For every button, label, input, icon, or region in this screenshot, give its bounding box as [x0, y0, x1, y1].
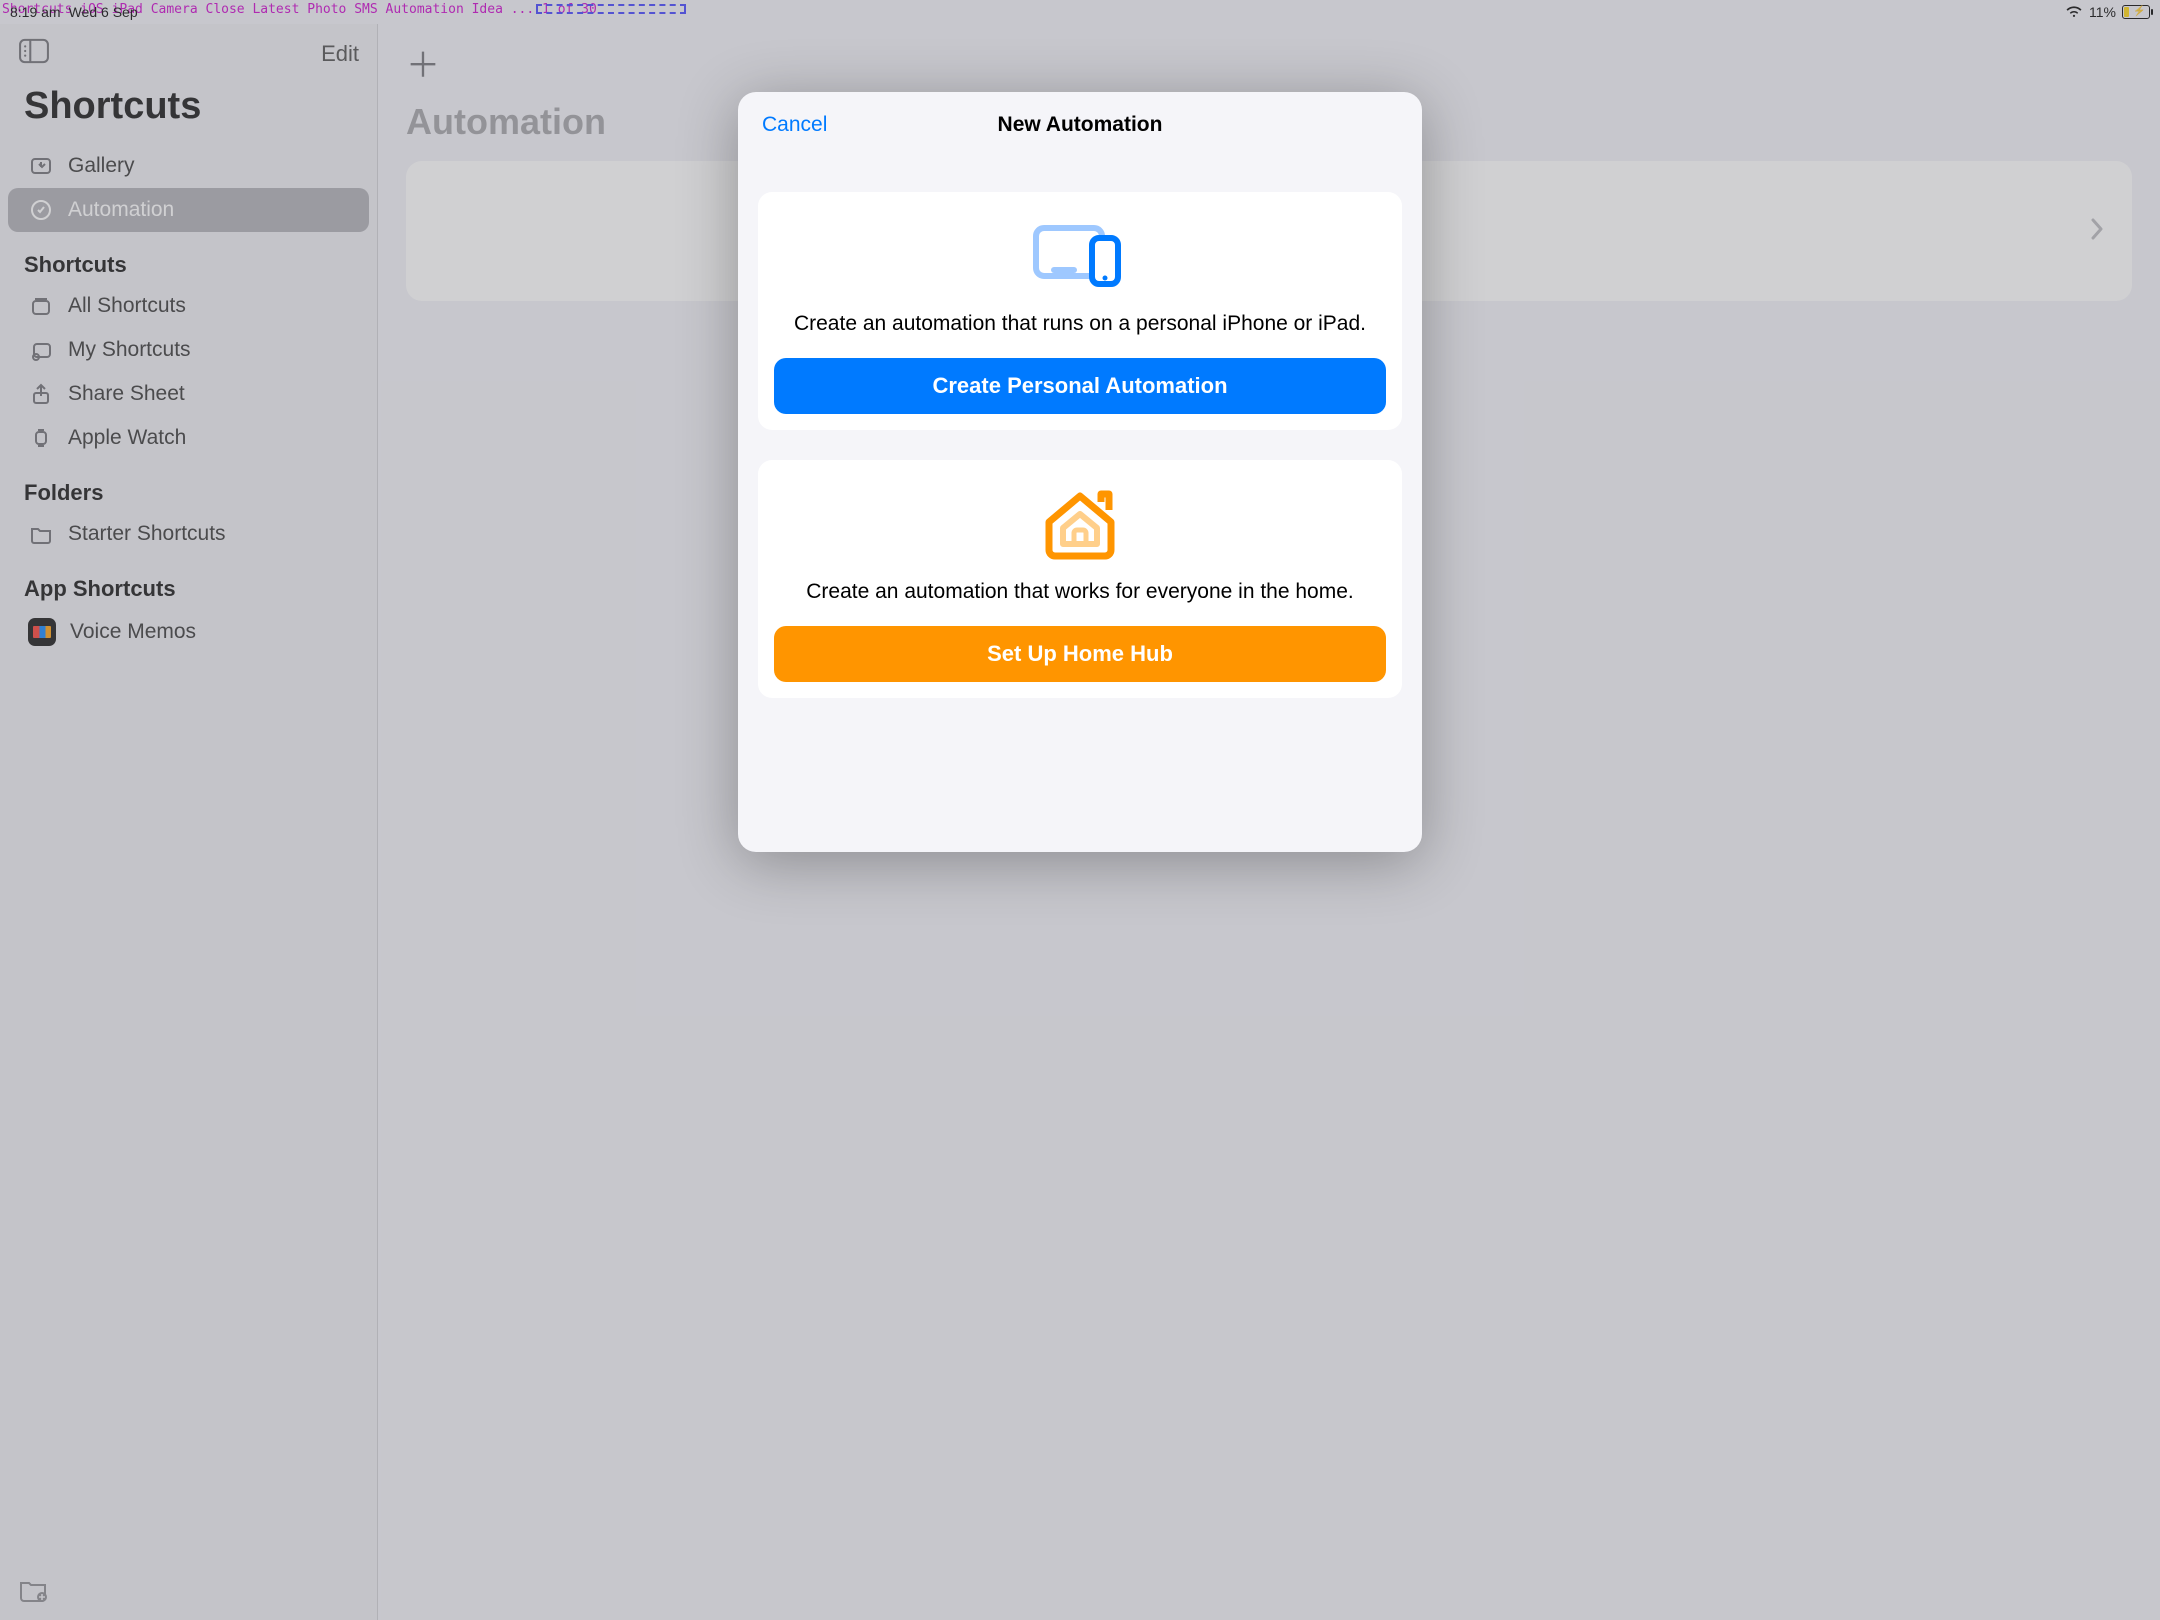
personal-automation-desc: Create an automation that runs on a pers…: [794, 312, 1366, 336]
create-personal-automation-button[interactable]: Create Personal Automation: [774, 358, 1386, 414]
home-automation-desc: Create an automation that works for ever…: [806, 580, 1353, 604]
personal-automation-card: Create an automation that runs on a pers…: [758, 192, 1402, 430]
home-icon: [1037, 488, 1123, 558]
home-automation-card: Create an automation that works for ever…: [758, 460, 1402, 698]
set-up-home-hub-button[interactable]: Set Up Home Hub: [774, 626, 1386, 682]
devices-icon: [1030, 220, 1130, 290]
new-automation-modal: Cancel New Automation Create an automati…: [738, 92, 1422, 852]
cancel-button[interactable]: Cancel: [762, 113, 827, 137]
modal-title: New Automation: [998, 113, 1163, 137]
